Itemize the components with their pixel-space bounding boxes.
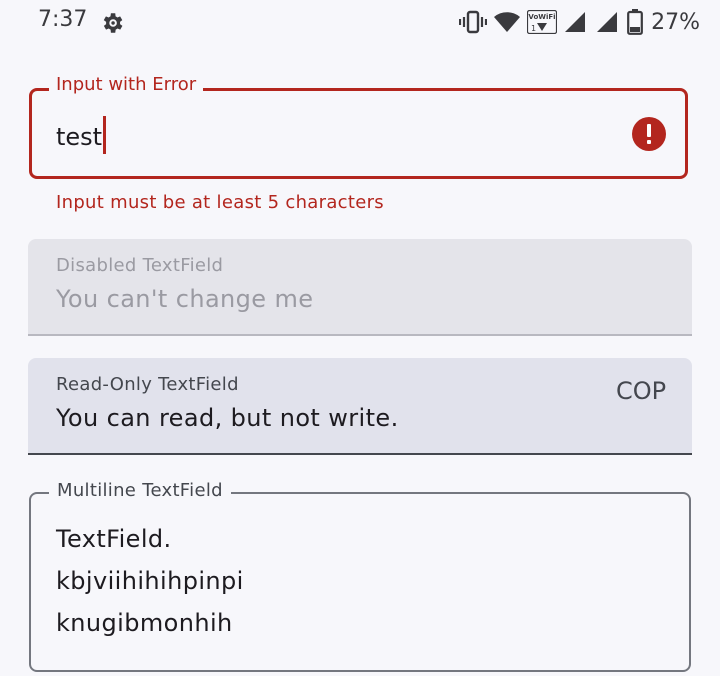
gear-icon — [103, 13, 123, 33]
multiline-field-label: Multiline TextField — [49, 479, 231, 503]
battery-percent: 27% — [651, 9, 700, 35]
multiline-line: kbjviihihihpinpi — [56, 567, 244, 595]
readonly-field-label: Read-Only TextField — [56, 374, 239, 395]
error-supporting-text: Input must be at least 5 characters — [56, 192, 384, 213]
battery-icon — [627, 9, 643, 35]
vowifi-bottom-text: 1 — [531, 24, 536, 33]
vowifi-top-text: VoWiFi — [529, 13, 556, 21]
signal-icon — [565, 12, 586, 32]
vowifi-icon: VoWiFi 1 — [527, 10, 558, 34]
error-field-label: Input with Error — [49, 73, 204, 97]
disabled-field-value: You can't change me — [56, 285, 314, 313]
multiline-line: knugibmonhih — [56, 609, 233, 637]
error-field-text: test — [56, 123, 103, 151]
error-field-value[interactable]: test — [56, 116, 107, 154]
disabled-field-label: Disabled TextField — [56, 255, 224, 276]
multiline-field-value[interactable]: TextField. kbjviihihihpinpi knugibmonhih — [56, 518, 244, 644]
vibrate-icon — [459, 10, 488, 34]
status-time: 7:37 — [38, 7, 88, 32]
signal-icon — [597, 12, 618, 32]
disabled-text-field: Disabled TextField You can't change me — [28, 239, 692, 336]
text-cursor — [103, 116, 107, 154]
multiline-line: TextField. — [56, 525, 172, 553]
copy-action[interactable]: COP , — [616, 374, 674, 430]
wifi-icon — [494, 12, 521, 32]
readonly-text-field[interactable]: Read-Only TextField You can read, but no… — [28, 358, 692, 455]
error-text-field[interactable] — [29, 88, 688, 179]
status-bar: 7:37 VoWiFi 1 27% — [0, 0, 720, 44]
error-icon — [632, 117, 666, 151]
readonly-field-value[interactable]: You can read, but not write. — [56, 404, 399, 432]
